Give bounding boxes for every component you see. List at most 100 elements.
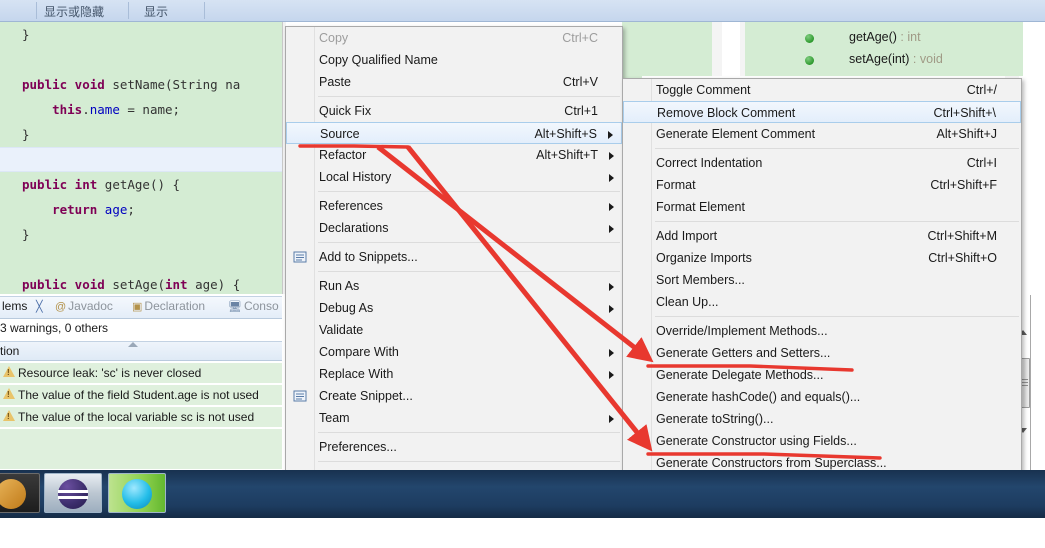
source-submenu-item-shortcut: Ctrl+Shift+M bbox=[927, 229, 997, 243]
source-submenu-item-correct-indentation[interactable]: Correct Indentation Ctrl+I bbox=[623, 152, 1021, 174]
context-menu-item-label: Run As bbox=[319, 279, 360, 293]
context-menu-item-preferences[interactable]: Preferences... bbox=[286, 436, 622, 458]
console-icon: 🖥 bbox=[228, 301, 242, 313]
problems-column-header[interactable]: tion bbox=[0, 341, 282, 361]
context-menu-item-label: Create Snippet... bbox=[319, 389, 413, 403]
source-submenu-item-generate-element-comment[interactable]: Generate Element Comment Alt+Shift+J bbox=[623, 123, 1021, 145]
source-submenu-item-format[interactable]: Format Ctrl+Shift+F bbox=[623, 174, 1021, 196]
method-public-icon bbox=[805, 56, 814, 65]
taskbar-app-1[interactable] bbox=[0, 473, 40, 513]
problems-empty-area bbox=[0, 429, 282, 469]
tab-javadoc[interactable]: @ Javadoc bbox=[55, 299, 113, 313]
outline-view[interactable]: getAge() : int setAge(int) : void bbox=[745, 22, 1023, 76]
source-submenu-item-organize-imports[interactable]: Organize Imports Ctrl+Shift+O bbox=[623, 247, 1021, 269]
submenu-arrow-icon bbox=[608, 131, 613, 139]
problem-row[interactable]: Resource leak: 'sc' is never closed bbox=[0, 363, 282, 384]
tab-console[interactable]: 🖥 Conso bbox=[228, 299, 279, 313]
context-menu-item-label: Local History bbox=[319, 170, 392, 184]
context-menu-item-replace-with[interactable]: Replace With bbox=[286, 363, 622, 385]
source-submenu-item-remove-block-comment[interactable]: Remove Block Comment Ctrl+Shift+\ bbox=[623, 101, 1021, 123]
context-menu-items: Copy Ctrl+C Copy Qualified Name Paste Ctrl+V… bbox=[286, 27, 622, 487]
source-submenu-item-label: Generate Constructor using Fields... bbox=[656, 434, 857, 448]
toolbar-item-show-hide[interactable]: 显示或隐藏 bbox=[44, 3, 104, 20]
context-menu-item-copy-qualified-name[interactable]: Copy Qualified Name bbox=[286, 49, 622, 71]
context-menu-separator bbox=[318, 271, 620, 272]
source-submenu-items: Toggle Comment Ctrl+/ Remove Block Comment… bbox=[623, 79, 1021, 503]
source-submenu-item-shortcut: Ctrl+Shift+O bbox=[928, 251, 997, 265]
problem-row-text: Resource leak: 'sc' is never closed bbox=[18, 366, 202, 380]
context-menu-item-compare-with[interactable]: Compare With bbox=[286, 341, 622, 363]
problem-row[interactable]: The value of the field Student.age is no… bbox=[0, 385, 282, 406]
context-menu-item-team[interactable]: Team bbox=[286, 407, 622, 429]
tab-declaration[interactable]: ▣ Declaration bbox=[132, 299, 205, 313]
toolbar-item-show[interactable]: 显示 bbox=[144, 3, 168, 20]
context-menu-item-shortcut: Ctrl+1 bbox=[564, 104, 598, 118]
source-submenu-item-override-implement-methods[interactable]: Override/Implement Methods... bbox=[623, 320, 1021, 342]
source-submenu-item-generate-tostring[interactable]: Generate toString()... bbox=[623, 408, 1021, 430]
source-submenu-item-format-element[interactable]: Format Element bbox=[623, 196, 1021, 218]
source-submenu-item-generate-hashcode-and-equals[interactable]: Generate hashCode() and equals()... bbox=[623, 386, 1021, 408]
context-menu-item-debug-as[interactable]: Debug As bbox=[286, 297, 622, 319]
source-submenu-item-generate-constructor-using-fields[interactable]: Generate Constructor using Fields... bbox=[623, 430, 1021, 452]
problem-row[interactable]: The value of the local variable sc is no… bbox=[0, 407, 282, 428]
submenu-arrow-icon bbox=[609, 152, 614, 160]
source-submenu[interactable]: Toggle Comment Ctrl+/ Remove Block Comment… bbox=[622, 78, 1022, 504]
close-icon[interactable]: ╳ bbox=[36, 300, 43, 313]
tab-problems[interactable]: lems bbox=[2, 299, 27, 313]
outline-right-margin bbox=[1023, 22, 1045, 76]
context-menu-item-shortcut: Alt+Shift+T bbox=[536, 148, 598, 162]
context-menu-item-label: Quick Fix bbox=[319, 104, 372, 118]
context-menu-item-label: Source bbox=[320, 127, 360, 141]
submenu-arrow-icon bbox=[609, 371, 614, 379]
context-menu-item-declarations[interactable]: Declarations bbox=[286, 217, 622, 239]
code-line: return age; bbox=[22, 202, 135, 217]
code-editor[interactable]: } public void setName(String na this.nam… bbox=[0, 22, 282, 294]
source-submenu-item-clean-up[interactable]: Clean Up... bbox=[623, 291, 1021, 313]
source-submenu-item-label: Remove Block Comment bbox=[657, 106, 796, 120]
source-submenu-item-shortcut: Alt+Shift+J bbox=[936, 127, 997, 141]
source-submenu-item-toggle-comment[interactable]: Toggle Comment Ctrl+/ bbox=[623, 79, 1021, 101]
context-menu-item-paste[interactable]: Paste Ctrl+V bbox=[286, 71, 622, 93]
code-line: public int getAge() { bbox=[22, 177, 181, 192]
context-menu-item-source[interactable]: Source Alt+Shift+S bbox=[286, 122, 622, 144]
eclipse-ide-screenshot: 显示或隐藏 显示 } public void setName(String na… bbox=[0, 0, 1045, 548]
context-menu-item-local-history[interactable]: Local History bbox=[286, 166, 622, 188]
submenu-arrow-icon bbox=[609, 203, 614, 211]
source-submenu-separator bbox=[655, 148, 1019, 149]
context-menu-item-label: Compare With bbox=[319, 345, 399, 359]
editor-context-menu[interactable]: Copy Ctrl+C Copy Qualified Name Paste Ctrl+V… bbox=[285, 26, 623, 488]
context-menu-separator bbox=[318, 191, 620, 192]
taskbar-app-2[interactable] bbox=[44, 473, 102, 513]
submenu-arrow-icon bbox=[609, 305, 614, 313]
source-submenu-item-label: Format bbox=[656, 178, 696, 192]
source-submenu-item-label: Generate Delegate Methods... bbox=[656, 368, 824, 382]
context-menu-item-run-as[interactable]: Run As bbox=[286, 275, 622, 297]
context-menu-item-create-snippet[interactable]: Create Snippet... bbox=[286, 385, 622, 407]
context-menu-item-label: Debug As bbox=[319, 301, 374, 315]
editor-source-text[interactable]: } public void setName(String na this.nam… bbox=[0, 22, 240, 294]
source-submenu-item-add-import[interactable]: Add Import Ctrl+Shift+M bbox=[623, 225, 1021, 247]
source-submenu-item-generate-delegate-methods[interactable]: Generate Delegate Methods... bbox=[623, 364, 1021, 386]
context-menu-item-references[interactable]: References bbox=[286, 195, 622, 217]
outline-sash[interactable] bbox=[712, 22, 722, 76]
outline-pane-bg bbox=[622, 22, 712, 76]
tab-problems-label: lems bbox=[2, 299, 28, 313]
context-menu-item-quick-fix[interactable]: Quick Fix Ctrl+1 bbox=[286, 100, 622, 122]
source-submenu-item-label: Generate Element Comment bbox=[656, 127, 816, 141]
context-menu-item-add-to-snippets[interactable]: Add to Snippets... bbox=[286, 246, 622, 268]
context-menu-item-label: Team bbox=[319, 411, 350, 425]
submenu-arrow-icon bbox=[609, 349, 614, 357]
tab-javadoc-label: Javadoc bbox=[68, 299, 113, 313]
context-menu-item-label: Copy bbox=[319, 31, 349, 45]
source-submenu-item-generate-getters-and-setters[interactable]: Generate Getters and Setters... bbox=[623, 342, 1021, 364]
code-line: this.name = name; bbox=[22, 102, 181, 117]
taskbar-app-3[interactable] bbox=[108, 473, 166, 513]
source-submenu-item-sort-members[interactable]: Sort Members... bbox=[623, 269, 1021, 291]
context-menu-item-validate[interactable]: Validate bbox=[286, 319, 622, 341]
windows-taskbar bbox=[0, 470, 1045, 518]
context-menu-separator bbox=[318, 242, 620, 243]
context-menu-item-refactor[interactable]: Refactor Alt+Shift+T bbox=[286, 144, 622, 166]
toolbar-separator bbox=[204, 2, 205, 19]
